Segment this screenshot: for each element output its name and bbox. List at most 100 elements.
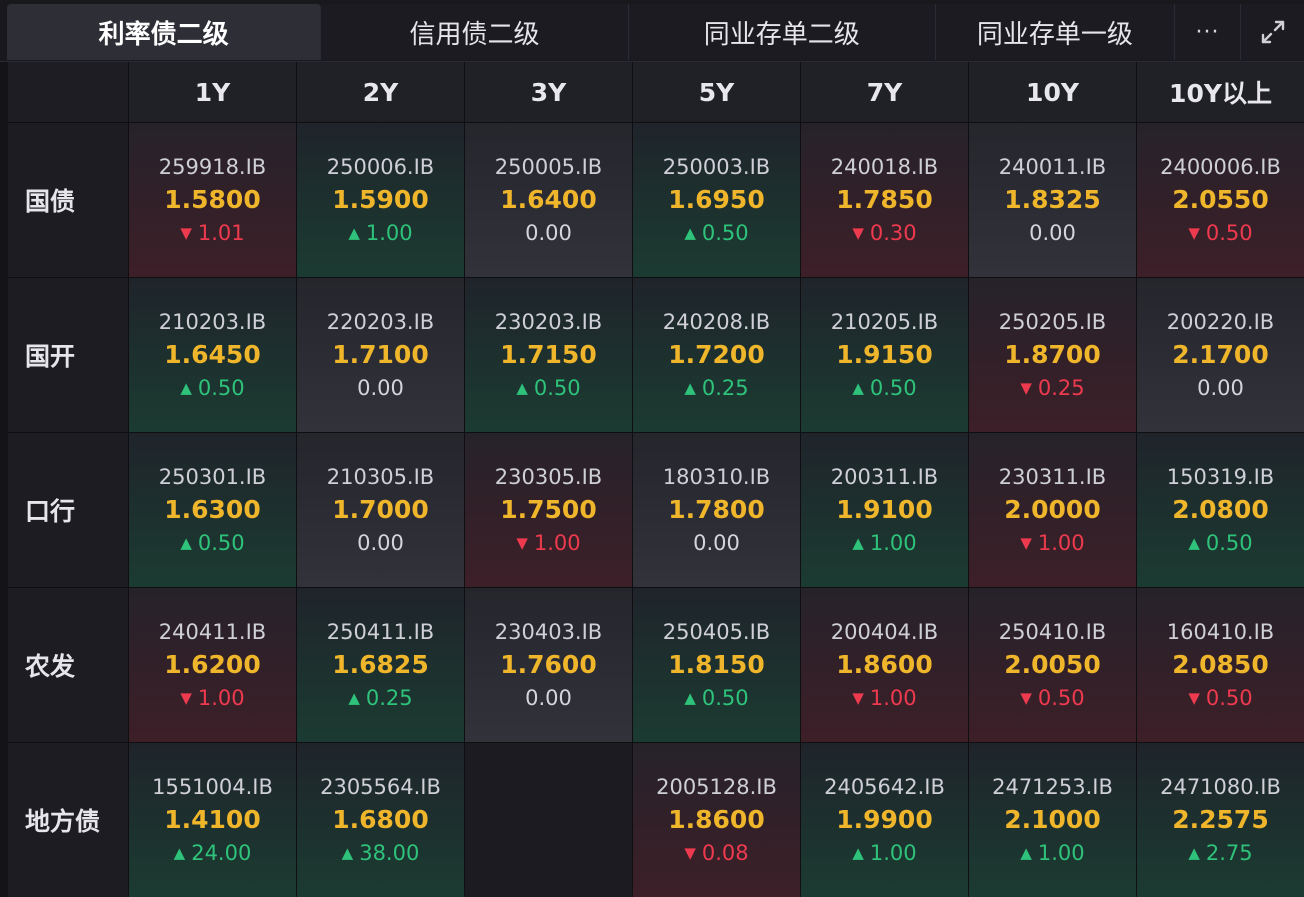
triangle-up-icon: ▲ bbox=[180, 534, 192, 552]
bond-cell[interactable]: 2405642.IB 1.9900 ▲ 1.00 bbox=[801, 743, 968, 897]
yield-change: ▲ 0.50 bbox=[1188, 528, 1252, 558]
bond-cell[interactable]: 200220.IB 2.1700 0.00 bbox=[1137, 278, 1304, 432]
triangle-up-icon: ▲ bbox=[348, 224, 360, 242]
yield-change: ▼ 1.00 bbox=[1020, 528, 1084, 558]
bond-cell[interactable]: 250410.IB 2.0050 ▼ 0.50 bbox=[969, 588, 1136, 742]
bond-cell[interactable]: 250005.IB 1.6400 0.00 bbox=[465, 123, 632, 277]
change-value: 38.00 bbox=[359, 841, 420, 865]
tab-rate-bond-secondary[interactable]: 利率债二级 bbox=[7, 4, 322, 60]
triangle-down-icon: ▼ bbox=[684, 844, 696, 862]
bond-code: 2405642.IB bbox=[824, 775, 945, 799]
bond-yield: 2.0050 bbox=[1004, 650, 1101, 679]
bond-yield: 2.0550 bbox=[1172, 185, 1269, 214]
bond-cell[interactable]: 230305.IB 1.7500 ▼ 1.00 bbox=[465, 433, 632, 587]
bond-cell[interactable]: 240018.IB 1.7850 ▼ 0.30 bbox=[801, 123, 968, 277]
change-value: 0.50 bbox=[1205, 531, 1253, 555]
yield-change: ▼ 0.50 bbox=[1188, 683, 1252, 713]
change-value: 1.00 bbox=[1037, 531, 1085, 555]
bond-cell[interactable]: 250003.IB 1.6950 ▲ 0.50 bbox=[633, 123, 800, 277]
change-value: 0.25 bbox=[365, 686, 413, 710]
yield-change: ▼ 1.00 bbox=[852, 683, 916, 713]
yield-change: 0.00 bbox=[525, 683, 572, 713]
triangle-up-icon: ▲ bbox=[684, 224, 696, 242]
bond-code: 250005.IB bbox=[494, 155, 603, 179]
column-header-3y: 3Y bbox=[465, 62, 632, 122]
bond-cell[interactable]: 230311.IB 2.0000 ▼ 1.00 bbox=[969, 433, 1136, 587]
bond-cell[interactable]: 200311.IB 1.9100 ▲ 1.00 bbox=[801, 433, 968, 587]
bond-cell[interactable]: 2471253.IB 2.1000 ▲ 1.00 bbox=[969, 743, 1136, 897]
triangle-up-icon: ▲ bbox=[516, 379, 528, 397]
bond-cell[interactable]: 1551004.IB 1.4100 ▲ 24.00 bbox=[129, 743, 296, 897]
bond-cell[interactable]: 250301.IB 1.6300 ▲ 0.50 bbox=[129, 433, 296, 587]
bond-yield: 1.6300 bbox=[164, 495, 261, 524]
bond-cell[interactable]: 250205.IB 1.8700 ▼ 0.25 bbox=[969, 278, 1136, 432]
bond-code: 240411.IB bbox=[158, 620, 267, 644]
bond-cell[interactable]: 180310.IB 1.7800 0.00 bbox=[633, 433, 800, 587]
bond-code: 240018.IB bbox=[830, 155, 939, 179]
row-label: 农发 bbox=[8, 588, 128, 742]
bond-code: 250003.IB bbox=[662, 155, 771, 179]
triangle-up-icon: ▲ bbox=[852, 844, 864, 862]
bond-code: 210305.IB bbox=[326, 465, 435, 489]
bond-cell[interactable]: 240411.IB 1.6200 ▼ 1.00 bbox=[129, 588, 296, 742]
change-value: 0.50 bbox=[1037, 686, 1085, 710]
bond-cell[interactable]: 240208.IB 1.7200 ▲ 0.25 bbox=[633, 278, 800, 432]
triangle-down-icon: ▼ bbox=[1020, 534, 1032, 552]
bond-cell[interactable]: 230403.IB 1.7600 0.00 bbox=[465, 588, 632, 742]
triangle-down-icon: ▼ bbox=[1020, 689, 1032, 707]
yield-change: 0.00 bbox=[693, 528, 740, 558]
bond-yield: 1.8600 bbox=[836, 650, 933, 679]
bond-yield: 2.0850 bbox=[1172, 650, 1269, 679]
bond-cell[interactable]: 150319.IB 2.0800 ▲ 0.50 bbox=[1137, 433, 1304, 587]
bond-cell[interactable]: 210205.IB 1.9150 ▲ 0.50 bbox=[801, 278, 968, 432]
triangle-down-icon: ▼ bbox=[180, 689, 192, 707]
more-tabs-button[interactable]: ··· bbox=[1174, 4, 1242, 60]
tab-ncd-primary[interactable]: 同业存单一级 bbox=[935, 4, 1175, 60]
bond-code: 150319.IB bbox=[1166, 465, 1275, 489]
column-header-10y-plus: 10Y以上 bbox=[1137, 62, 1304, 122]
tab-ncd-secondary[interactable]: 同业存单二级 bbox=[628, 4, 936, 60]
row-label: 地方债 bbox=[8, 743, 128, 897]
bond-code: 240208.IB bbox=[662, 310, 771, 334]
change-value: 24.00 bbox=[191, 841, 252, 865]
bond-cell[interactable]: 2400006.IB 2.0550 ▼ 0.50 bbox=[1137, 123, 1304, 277]
yield-change: ▲ 38.00 bbox=[342, 838, 420, 868]
bond-cell[interactable]: 210305.IB 1.7000 0.00 bbox=[297, 433, 464, 587]
column-header-7y: 7Y bbox=[801, 62, 968, 122]
yield-change: 0.00 bbox=[1197, 373, 1244, 403]
yield-change: ▲ 0.25 bbox=[348, 683, 412, 713]
yield-change: ▲ 0.50 bbox=[516, 373, 580, 403]
bond-cell[interactable]: 220203.IB 1.7100 0.00 bbox=[297, 278, 464, 432]
bond-cell[interactable]: 2305564.IB 1.6800 ▲ 38.00 bbox=[297, 743, 464, 897]
bond-yield: 1.7800 bbox=[668, 495, 765, 524]
bond-code: 250205.IB bbox=[998, 310, 1107, 334]
bond-cell[interactable]: 230203.IB 1.7150 ▲ 0.50 bbox=[465, 278, 632, 432]
bond-cell[interactable]: 259918.IB 1.5800 ▼ 1.01 bbox=[129, 123, 296, 277]
change-value: 2.75 bbox=[1205, 841, 1253, 865]
bond-cell[interactable]: 240011.IB 1.8325 0.00 bbox=[969, 123, 1136, 277]
yield-change: ▼ 0.08 bbox=[684, 838, 748, 868]
expand-button[interactable] bbox=[1241, 4, 1304, 60]
bond-code: 230311.IB bbox=[998, 465, 1107, 489]
bond-cell[interactable]: 250006.IB 1.5900 ▲ 1.00 bbox=[297, 123, 464, 277]
bond-cell[interactable]: 2471080.IB 2.2575 ▲ 2.75 bbox=[1137, 743, 1304, 897]
bond-code: 2305564.IB bbox=[320, 775, 441, 799]
expand-icon bbox=[1261, 20, 1284, 44]
bond-cell[interactable]: 210203.IB 1.6450 ▲ 0.50 bbox=[129, 278, 296, 432]
change-value: 1.00 bbox=[365, 221, 413, 245]
change-value: 1.00 bbox=[533, 531, 581, 555]
tab-credit-bond-secondary[interactable]: 信用债二级 bbox=[321, 4, 629, 60]
change-value: 1.01 bbox=[197, 221, 245, 245]
bond-cell[interactable]: 250405.IB 1.8150 ▲ 0.50 bbox=[633, 588, 800, 742]
bond-code: 230203.IB bbox=[494, 310, 603, 334]
bond-yield: 1.7000 bbox=[332, 495, 429, 524]
bond-code: 2471080.IB bbox=[1160, 775, 1281, 799]
bond-code: 250405.IB bbox=[662, 620, 771, 644]
bond-yield: 1.8600 bbox=[668, 805, 765, 834]
bond-cell[interactable]: 250411.IB 1.6825 ▲ 0.25 bbox=[297, 588, 464, 742]
change-value: 0.25 bbox=[1037, 376, 1085, 400]
bond-cell[interactable]: 2005128.IB 1.8600 ▼ 0.08 bbox=[633, 743, 800, 897]
yield-change: ▼ 0.30 bbox=[852, 218, 916, 248]
bond-cell[interactable]: 160410.IB 2.0850 ▼ 0.50 bbox=[1137, 588, 1304, 742]
bond-cell[interactable]: 200404.IB 1.8600 ▼ 1.00 bbox=[801, 588, 968, 742]
